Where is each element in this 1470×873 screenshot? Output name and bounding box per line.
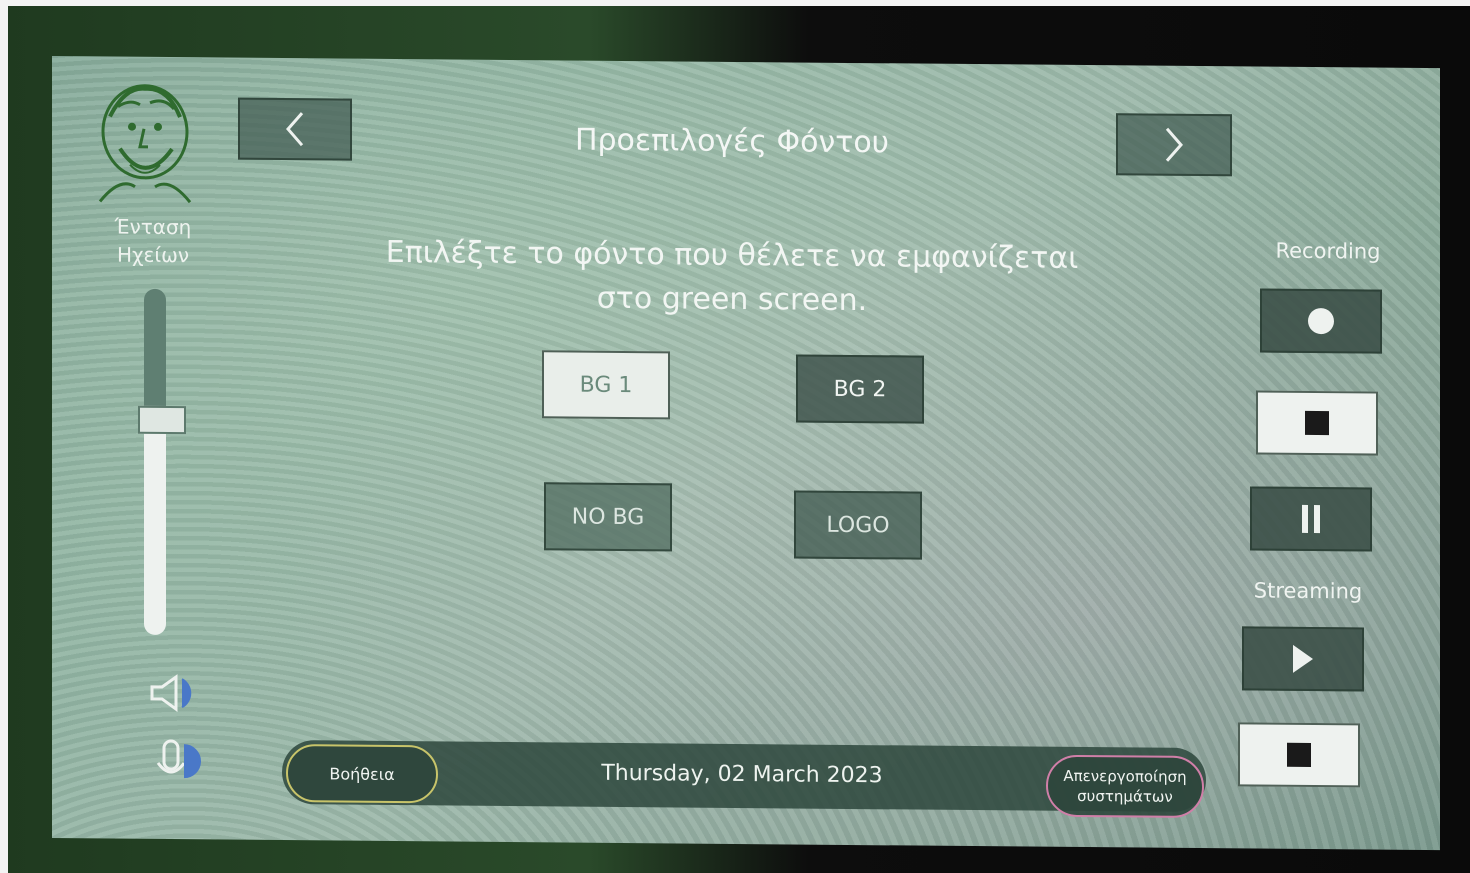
streaming-play-button[interactable]	[1242, 626, 1364, 692]
volume-title-line2: Ηχείων	[116, 242, 190, 268]
volume-title-line1: Ένταση	[114, 214, 192, 240]
bg1-button[interactable]: BG 1	[542, 350, 670, 420]
record-button[interactable]	[1260, 288, 1382, 354]
stop-icon	[1305, 410, 1329, 436]
disable-systems-line2: συστημάτων	[1077, 786, 1173, 806]
volume-title: Ένταση Ηχείων	[98, 212, 208, 269]
instruction-text: Επιλέξτε το φόντο που θέλετε να εμφανίζε…	[382, 231, 1082, 325]
speaker-icon[interactable]	[148, 673, 208, 714]
help-button[interactable]: Βοήθεια	[286, 744, 438, 804]
bg2-button[interactable]: BG 2	[796, 354, 924, 424]
recording-label: Recording	[1275, 238, 1381, 264]
previous-page-button[interactable]	[238, 97, 352, 161]
date-display: Thursday, 02 March 2023	[601, 760, 883, 789]
recording-stop-button[interactable]	[1256, 390, 1378, 456]
disable-systems-line1: Απενεργοποίηση	[1063, 766, 1187, 786]
record-dot-icon	[1308, 307, 1334, 335]
disable-systems-button[interactable]: Απενεργοποίηση συστημάτων	[1046, 754, 1204, 819]
pause-icon	[1302, 504, 1320, 534]
instruction-line1: Επιλέξτε το φόντο που θέλετε να εμφανίζε…	[385, 234, 1079, 276]
page-title: Προεπιλογές Φόντου	[574, 122, 890, 161]
image-border-left	[0, 0, 8, 873]
chevron-right-icon	[1165, 127, 1183, 162]
streaming-label: Streaming	[1253, 578, 1363, 604]
microphone-icon[interactable]	[154, 737, 204, 787]
image-border-top	[0, 0, 1470, 6]
instruction-line2: στο green screen.	[596, 280, 868, 319]
logo-bg-button[interactable]: LOGO	[794, 490, 922, 560]
next-page-button[interactable]	[1116, 113, 1232, 177]
philosopher-bust-logo	[98, 84, 192, 204]
stop-icon	[1287, 742, 1311, 767]
recording-pause-button[interactable]	[1250, 486, 1372, 552]
no-bg-button[interactable]: NO BG	[544, 482, 672, 552]
volume-slider-track[interactable]	[144, 288, 166, 635]
streaming-stop-button[interactable]	[1238, 722, 1360, 788]
volume-slider-thumb[interactable]	[138, 406, 186, 435]
touch-panel-screen: Ένταση Ηχείων Προεπιλογές Φόντου Επιλέξτ…	[52, 56, 1440, 851]
chevron-left-icon	[286, 112, 304, 147]
play-icon	[1293, 644, 1313, 674]
